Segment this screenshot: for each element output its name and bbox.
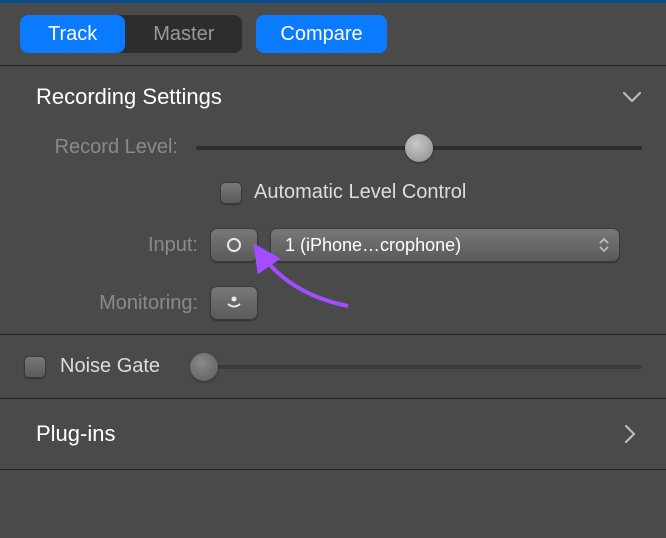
tab-bar: Track Master Compare [0, 3, 666, 65]
input-source-value: 1 (iPhone…crophone) [285, 235, 461, 256]
mono-circle-icon [227, 238, 241, 252]
plugins-header[interactable]: Plug-ins [0, 399, 666, 469]
compare-button[interactable]: Compare [256, 15, 386, 53]
recording-settings-title: Recording Settings [36, 84, 222, 110]
recording-settings-header[interactable]: Recording Settings [0, 66, 666, 128]
tab-group: Track Master [20, 15, 242, 53]
noise-gate-label: Noise Gate [60, 355, 160, 378]
monitoring-icon [224, 295, 244, 311]
record-level-label: Record Level: [24, 136, 184, 159]
monitoring-label: Monitoring: [24, 292, 198, 315]
auto-level-label: Automatic Level Control [254, 181, 466, 204]
chevron-down-icon [622, 87, 642, 107]
input-row: Input: 1 (iPhone…crophone) [0, 218, 666, 272]
divider [0, 469, 666, 470]
input-label: Input: [24, 234, 198, 257]
auto-level-checkbox[interactable] [220, 182, 242, 204]
record-level-row: Record Level: [0, 128, 666, 167]
monitoring-row: Monitoring: [0, 272, 666, 334]
record-level-slider[interactable] [196, 146, 642, 150]
input-channel-button[interactable] [210, 228, 258, 262]
input-source-dropdown[interactable]: 1 (iPhone…crophone) [270, 228, 620, 262]
plugins-label: Plug-ins [36, 421, 115, 447]
tab-track[interactable]: Track [20, 15, 125, 53]
chevron-right-icon [620, 424, 640, 444]
noise-gate-thumb[interactable] [190, 353, 218, 381]
record-level-thumb[interactable] [405, 134, 433, 162]
noise-gate-row: Noise Gate [0, 335, 666, 398]
monitoring-button[interactable] [210, 286, 258, 320]
updown-arrows-icon [599, 238, 609, 252]
auto-level-row: Automatic Level Control [0, 167, 666, 218]
tab-master[interactable]: Master [125, 15, 242, 53]
noise-gate-slider[interactable] [204, 365, 642, 369]
recording-settings-panel: Recording Settings Record Level: Automat… [0, 66, 666, 334]
noise-gate-checkbox[interactable] [24, 356, 46, 378]
